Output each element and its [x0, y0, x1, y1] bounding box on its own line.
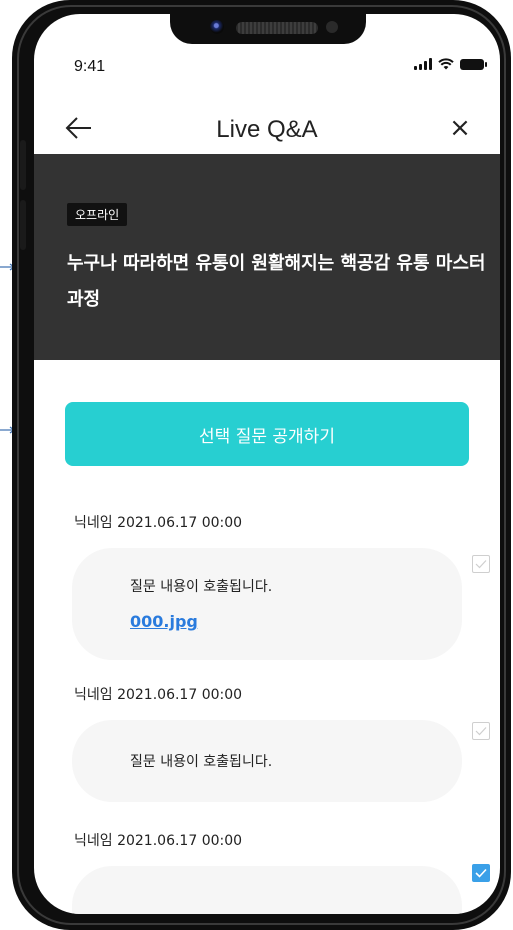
- publish-selected-button[interactable]: 선택 질문 공개하기: [65, 402, 469, 466]
- sensor-icon: [326, 21, 338, 33]
- signal-icon: [414, 58, 432, 70]
- close-button[interactable]: ×: [448, 113, 472, 143]
- course-banner: 오프라인 누구나 따라하면 유통이 원활해지는 핵공감 유통 마스터 과정: [34, 154, 500, 360]
- battery-icon: [460, 58, 487, 70]
- close-icon: ×: [449, 113, 471, 143]
- app-header: Live Q&A ×: [34, 104, 500, 154]
- status-time: 9:41: [74, 58, 106, 75]
- wifi-icon: [438, 58, 454, 70]
- check-icon: [475, 560, 487, 569]
- question-meta: 닉네임 2021.06.17 00:00: [74, 687, 243, 703]
- check-icon: [475, 868, 487, 878]
- app-screen: 9:41 Live Q&A × 오프라인 누구나 따라하면 유통이 원활해지는 …: [34, 14, 500, 914]
- question-bubble: [72, 548, 462, 660]
- question-checkbox[interactable]: [472, 555, 490, 573]
- question-text: 질문 내용이 호출됩니다.: [130, 579, 273, 595]
- page-title: Live Q&A: [216, 116, 318, 143]
- side-button: [20, 140, 26, 190]
- question-checkbox[interactable]: [472, 864, 490, 882]
- status-icons: [414, 58, 487, 70]
- speaker-grille: [236, 22, 318, 34]
- question-bubble: [72, 866, 462, 914]
- course-title: 누구나 따라하면 유통이 원활해지는 핵공감 유통 마스터 과정: [67, 253, 486, 310]
- question-meta: 닉네임 2021.06.17 00:00: [74, 515, 243, 531]
- course-type-badge: 오프라인: [67, 203, 128, 226]
- camera-icon: [210, 20, 224, 34]
- question-meta: 닉네임 2021.06.17 00:00: [74, 833, 243, 849]
- attachment-link[interactable]: 000.jpg: [130, 612, 198, 631]
- phone-frame: 9:41 Live Q&A × 오프라인 누구나 따라하면 유통이 원활해지는 …: [12, 0, 511, 930]
- question-text: 질문 내용이 호출됩니다.: [130, 754, 273, 770]
- check-icon: [475, 727, 487, 736]
- side-button: [20, 200, 26, 250]
- question-checkbox[interactable]: [472, 722, 490, 740]
- notch: [170, 14, 366, 44]
